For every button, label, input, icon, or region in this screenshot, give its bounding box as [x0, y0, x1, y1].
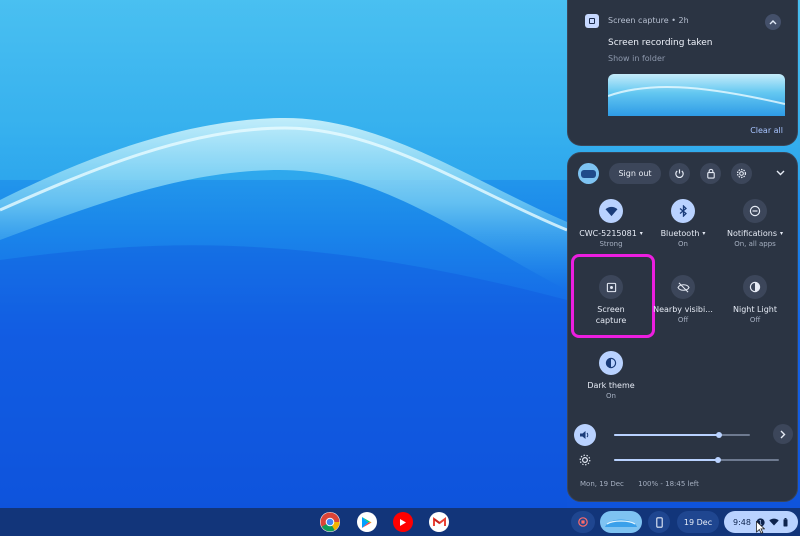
clear-all-button[interactable]: Clear all	[750, 126, 783, 135]
nearby-share-status: Off	[677, 316, 689, 324]
lock-icon	[706, 168, 715, 179]
bluetooth-tile[interactable]: Bluetooth ▾ On	[646, 199, 720, 250]
chevron-up-icon	[769, 20, 777, 25]
screen-capture-tile[interactable]: Screen capture	[574, 275, 648, 326]
nearby-share-icon[interactable]	[671, 275, 695, 299]
date-label[interactable]: Mon, 19 Dec	[580, 480, 624, 488]
volume-slider[interactable]	[614, 432, 750, 438]
wifi-icon[interactable]	[599, 199, 623, 223]
screen-capture-app-icon	[585, 14, 599, 28]
nearby-share-tile[interactable]: Nearby visibi... Off	[646, 275, 720, 326]
collapse-quick-settings-button[interactable]	[773, 166, 787, 180]
night-light-label: Night Light	[733, 305, 777, 314]
battery-icon	[783, 517, 788, 526]
recording-thumbnail[interactable]	[608, 74, 785, 116]
notification-separator: •	[671, 16, 676, 25]
volume-row	[574, 424, 793, 446]
wifi-status-icon	[769, 518, 779, 526]
gmail-icon[interactable]	[429, 512, 449, 532]
chrome-icon[interactable]	[320, 512, 340, 532]
volume-slider-fill	[614, 434, 719, 436]
gear-icon	[736, 168, 747, 179]
sign-out-button[interactable]: Sign out	[609, 163, 661, 184]
bluetooth-label: Bluetooth	[660, 229, 700, 238]
night-light-tile[interactable]: Night Light Off	[718, 275, 792, 326]
notification-title: Screen recording taken	[608, 38, 713, 48]
volume-slider-thumb[interactable]	[716, 432, 722, 438]
brightness-slider[interactable]	[614, 457, 779, 463]
screen-capture-label: Screen capture	[574, 304, 648, 326]
brightness-icon	[574, 449, 596, 471]
power-icon	[675, 169, 684, 179]
night-light-status: Off	[749, 316, 761, 324]
phone-hub-avatar[interactable]	[600, 511, 642, 533]
brightness-slider-fill	[614, 459, 718, 461]
settings-button[interactable]	[731, 163, 752, 184]
dark-theme-status: On	[606, 392, 616, 400]
wifi-status: Strong	[599, 240, 623, 248]
dark-theme-tile[interactable]: Dark theme On	[574, 351, 648, 402]
night-light-icon[interactable]	[743, 275, 767, 299]
phone-icon	[655, 516, 663, 528]
screen-capture-label-line1: Screen	[597, 305, 625, 314]
screen-capture-notification[interactable]: Screen capture • 2h Screen recording tak…	[567, 0, 798, 146]
play-store-icon[interactable]	[357, 512, 377, 532]
brightness-slider-thumb[interactable]	[715, 457, 721, 463]
youtube-icon[interactable]	[393, 512, 413, 532]
stop-recording-icon	[578, 517, 588, 527]
chevron-right-icon	[780, 430, 786, 438]
quick-settings-footer: Mon, 19 Dec 100% - 18:45 left	[580, 480, 699, 488]
notification-app-name: Screen capture	[608, 16, 669, 25]
quick-settings-panel: Sign out CWC-5215081 ▾ Strong Bluetooth ▾ …	[567, 152, 798, 502]
stop-recording-button[interactable]	[571, 511, 595, 533]
bluetooth-icon[interactable]	[671, 199, 695, 223]
brightness-row	[574, 449, 793, 471]
dark-theme-label: Dark theme	[587, 381, 635, 390]
nearby-share-label: Nearby visibi...	[653, 305, 713, 314]
audio-settings-button[interactable]	[773, 424, 793, 444]
volume-icon[interactable]	[574, 424, 596, 446]
notifications-caret[interactable]: ▾	[780, 230, 783, 237]
battery-label[interactable]: 100% - 18:45 left	[638, 480, 699, 488]
wifi-caret[interactable]: ▾	[640, 230, 643, 237]
chevron-down-icon	[776, 170, 784, 176]
date-tray-button[interactable]: 19 Dec	[677, 511, 719, 533]
power-button[interactable]	[669, 163, 690, 184]
notification-time: 2h	[678, 16, 689, 25]
notifications-icon[interactable]	[743, 199, 767, 223]
notification-app-line: Screen capture • 2h	[608, 16, 689, 25]
notifications-status: On, all apps	[734, 240, 776, 248]
shelf: 19 Dec 9:48 1	[0, 508, 800, 536]
screen-capture-icon[interactable]	[599, 275, 623, 299]
phone-hub-button[interactable]	[648, 511, 670, 533]
screen-capture-label-line2: capture	[595, 316, 627, 325]
wifi-tile[interactable]: CWC-5215081 ▾ Strong	[574, 199, 648, 250]
show-in-folder-link[interactable]: Show in folder	[608, 54, 665, 63]
wifi-network-label: CWC-5215081	[579, 229, 637, 238]
mouse-cursor-icon	[756, 521, 765, 534]
clock: 9:48	[733, 517, 751, 527]
bluetooth-caret[interactable]: ▾	[702, 230, 705, 237]
dark-theme-icon[interactable]	[599, 351, 623, 375]
collapse-notification-button[interactable]	[765, 14, 781, 30]
avatar[interactable]	[578, 163, 599, 184]
notifications-tile[interactable]: Notifications ▾ On, all apps	[718, 199, 792, 250]
bluetooth-status: On	[678, 240, 688, 248]
notifications-label: Notifications	[726, 229, 778, 238]
lock-button[interactable]	[700, 163, 721, 184]
